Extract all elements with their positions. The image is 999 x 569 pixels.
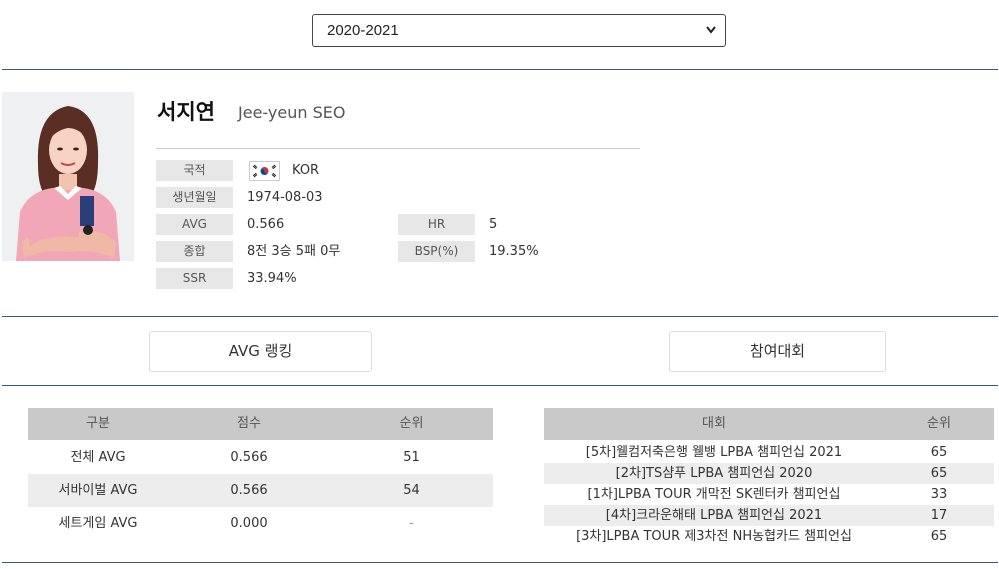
tournament-name[interactable]: [3차]LPBA TOUR 제3차전 NH농협카드 챔피언십 bbox=[544, 526, 884, 547]
table-cell: 54 bbox=[403, 483, 420, 498]
korea-flag-icon bbox=[249, 161, 280, 181]
tournament-table: 대회 순위 [5차]웰컴저축은행 웰뱅 LPBA 챔피언십 2021 65 [2… bbox=[544, 408, 994, 548]
table-cell: 전체 AVG bbox=[70, 450, 126, 465]
name-divider bbox=[156, 148, 640, 149]
tournament-name[interactable]: [5차]웰컴저축은행 웰뱅 LPBA 챔피언십 2021 bbox=[544, 442, 884, 463]
table-cell: 세트게임 AVG bbox=[58, 516, 138, 531]
column-header: 점수 bbox=[237, 416, 261, 431]
column-header: 순위 bbox=[399, 416, 424, 431]
table-row: 전체 AVG 0.566 51 bbox=[28, 441, 493, 474]
table-cell: - bbox=[409, 516, 414, 531]
divider bbox=[2, 316, 998, 317]
table-cell: 0.000 bbox=[230, 516, 268, 531]
table-row[interactable]: [1차]LPBA TOUR 개막전 SK렌터카 챔피언십 33 bbox=[544, 484, 994, 505]
season-select[interactable]: 2020-2021 bbox=[312, 14, 726, 47]
tournament-rank: 65 bbox=[930, 529, 948, 544]
birth-label: 생년월일 bbox=[156, 187, 233, 208]
nationality-value: KOR bbox=[292, 163, 320, 178]
table-header: 대회 순위 bbox=[544, 408, 994, 440]
ssr-label: SSR bbox=[156, 268, 233, 289]
avg-table: 구분 점수 순위 전체 AVG 0.566 51 서바이벌 AVG 0.566 … bbox=[28, 408, 493, 540]
avg-label: AVG bbox=[156, 214, 233, 235]
ssr-value: 33.94% bbox=[247, 271, 297, 286]
column-header: 대회 bbox=[702, 416, 726, 431]
bsp-value: 19.35% bbox=[489, 244, 539, 259]
tournament-rank: 65 bbox=[930, 445, 948, 460]
hr-label: HR bbox=[398, 214, 475, 235]
bsp-label: BSP(%) bbox=[398, 241, 475, 262]
tab-participation[interactable]: 참여대회 bbox=[669, 331, 886, 372]
tournament-rank: 33 bbox=[930, 487, 948, 502]
nationality-label: 국적 bbox=[156, 160, 233, 181]
season-select-value: 2020-2021 bbox=[327, 22, 399, 39]
table-row: 서바이벌 AVG 0.566 54 bbox=[28, 474, 493, 507]
birth-value: 1974-08-03 bbox=[247, 190, 323, 205]
divider bbox=[2, 385, 998, 386]
avg-value: 0.566 bbox=[247, 217, 285, 232]
table-row: 세트게임 AVG 0.000 - bbox=[28, 507, 493, 540]
column-header: 구분 bbox=[86, 416, 110, 431]
table-row[interactable]: [3차]LPBA TOUR 제3차전 NH농협카드 챔피언십 65 bbox=[544, 526, 994, 547]
record-value: 8전 3승 5패 0무 bbox=[247, 244, 341, 259]
player-photo bbox=[2, 92, 134, 261]
table-cell: 0.566 bbox=[230, 450, 268, 465]
tournament-name[interactable]: [2차]TS샴푸 LPBA 챔피언십 2020 bbox=[544, 463, 884, 484]
tab-avg-ranking[interactable]: AVG 랭킹 bbox=[149, 331, 372, 372]
table-row[interactable]: [5차]웰컴저축은행 웰뱅 LPBA 챔피언십 2021 65 bbox=[544, 442, 994, 463]
table-header: 구분 점수 순위 bbox=[28, 408, 493, 440]
column-header: 순위 bbox=[927, 416, 951, 431]
tournament-rank: 65 bbox=[930, 466, 948, 481]
table-cell: 51 bbox=[403, 450, 420, 465]
divider bbox=[2, 69, 998, 70]
hr-value: 5 bbox=[489, 217, 498, 232]
table-row[interactable]: [2차]TS샴푸 LPBA 챔피언십 2020 65 bbox=[544, 463, 994, 484]
chevron-down-icon bbox=[705, 15, 717, 57]
tournament-rank: 17 bbox=[930, 508, 948, 523]
tournament-name[interactable]: [1차]LPBA TOUR 개막전 SK렌터카 챔피언십 bbox=[544, 484, 884, 505]
player-name-english: Jee-yeun SEO bbox=[238, 103, 346, 122]
divider bbox=[2, 562, 998, 563]
table-cell: 0.566 bbox=[230, 483, 268, 498]
record-label: 종합 bbox=[156, 241, 233, 262]
player-name-korean: 서지연 bbox=[157, 100, 215, 124]
tournament-name[interactable]: [4차]크라운해태 LPBA 챔피언십 2021 bbox=[544, 505, 884, 526]
table-row[interactable]: [4차]크라운해태 LPBA 챔피언십 2021 17 bbox=[544, 505, 994, 526]
table-cell: 서바이벌 AVG bbox=[58, 483, 138, 498]
